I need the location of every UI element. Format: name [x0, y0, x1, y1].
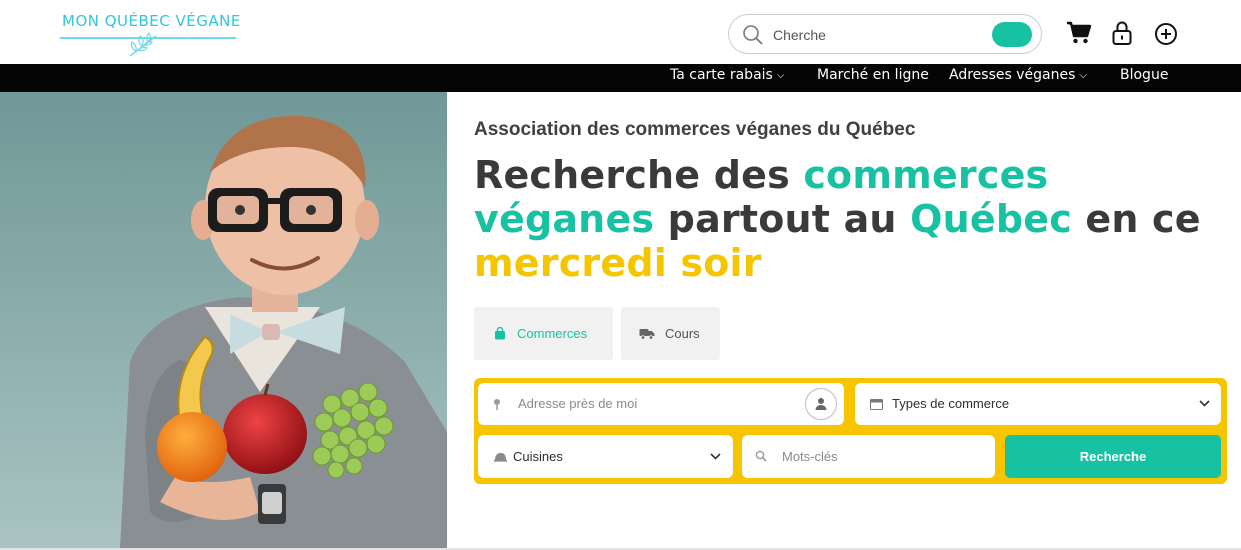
address-field[interactable]: Adresse près de moi — [478, 383, 844, 425]
add-circle-icon[interactable] — [1154, 22, 1178, 46]
hero-photo — [0, 92, 447, 548]
search-button[interactable]: Recherche — [1005, 435, 1221, 478]
headline-highlight-quebec: Québec — [910, 197, 1072, 241]
chevron-down-icon: ⌵ — [776, 70, 785, 81]
map-pin-icon — [494, 399, 500, 410]
nav-item-marche-en-ligne[interactable]: Marché en ligne — [817, 67, 929, 83]
search-submit-button[interactable]: Aller — [992, 22, 1032, 47]
nav-item-blogue[interactable]: Blogue — [1120, 67, 1168, 83]
tab-label: Cours — [665, 326, 700, 341]
cloche-icon — [494, 453, 507, 462]
search-icon — [743, 25, 763, 45]
nav-item-label: Ta carte rabais — [670, 67, 773, 83]
nav-item-label: Adresses véganes — [949, 67, 1076, 83]
cuisines-select[interactable]: Cuisines — [478, 435, 733, 478]
header-search: Aller — [728, 14, 1042, 54]
boy-with-vegetables-illustration — [0, 92, 447, 548]
main-nav: Ta carte rabais ⌵ Marché en ligne Adresse… — [0, 64, 1241, 92]
nav-item-adresses-veganes[interactable]: Adresses véganes ⌵ — [949, 67, 1087, 83]
site-header: MON QUÉBEC VÉGANE Aller — [0, 0, 1241, 64]
nav-item-label: Marché en ligne — [817, 67, 929, 83]
logo-text: MON QUÉBEC VÉGANE — [62, 12, 241, 30]
hero-headline: Recherche des commerces véganes partout … — [474, 153, 1234, 285]
headline-part: en ce — [1071, 197, 1201, 241]
chevron-down-icon: ⌵ — [1079, 70, 1087, 81]
tab-commerces[interactable]: Commerces — [474, 307, 613, 360]
search-input[interactable] — [773, 24, 973, 46]
keywords-placeholder: Mots-clés — [782, 449, 838, 464]
locate-me-button[interactable] — [805, 388, 837, 420]
business-type-label: Types de commerce — [892, 396, 1010, 411]
search-icon — [755, 450, 767, 462]
food-truck-icon — [639, 329, 655, 340]
tab-cours[interactable]: Cours — [621, 307, 720, 360]
hero-subtitle: Association des commerces véganes du Qué… — [474, 119, 916, 140]
lock-icon[interactable] — [1111, 20, 1133, 46]
headline-part: partout au — [654, 197, 911, 241]
leaf-icon — [129, 32, 157, 57]
store-icon — [870, 399, 883, 410]
business-type-select[interactable]: Types de commerce — [855, 383, 1221, 425]
tab-label: Commerces — [517, 326, 588, 341]
site-logo[interactable]: MON QUÉBEC VÉGANE — [60, 10, 241, 58]
person-pin-icon — [815, 398, 827, 410]
headline-highlight-time: mercredi soir — [474, 241, 762, 285]
search-panel: Adresse près de moi Types de commerce Cu… — [474, 378, 1227, 484]
chevron-down-icon — [710, 453, 721, 460]
address-placeholder: Adresse près de moi — [518, 396, 638, 411]
headline-part: Recherche des — [474, 153, 804, 197]
cuisines-label: Cuisines — [513, 449, 563, 464]
keywords-field[interactable]: Mots-clés — [742, 435, 995, 478]
nav-item-carte-rabais[interactable]: Ta carte rabais ⌵ — [670, 67, 784, 83]
nav-item-label: Blogue — [1120, 67, 1169, 83]
cart-icon[interactable] — [1066, 21, 1092, 45]
chevron-down-icon — [1199, 400, 1210, 407]
shopping-bag-icon — [495, 327, 505, 340]
